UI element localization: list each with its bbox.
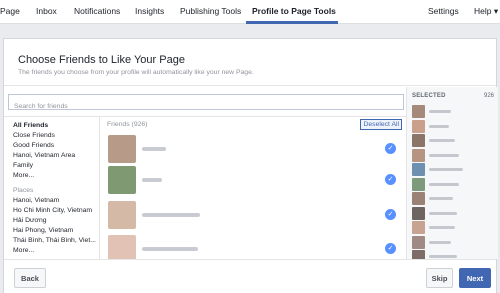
filter-place-hcmc[interactable]: Ho Chi Minh City, Vietnam <box>13 207 92 214</box>
tab-notifications[interactable]: Notifications <box>74 6 120 16</box>
friend-row[interactable]: ✓ <box>100 166 406 196</box>
avatar <box>108 166 136 194</box>
filter-good-friends[interactable]: Good Friends <box>13 142 54 149</box>
top-nav: Page Inbox Notifications Insights Publis… <box>0 0 500 24</box>
selected-friend-name-blurred <box>429 240 451 244</box>
filter-place-thai-binh[interactable]: Thái Bình, Thái Bình, Viet... <box>13 237 96 244</box>
avatar <box>412 235 425 249</box>
filter-hanoi-area[interactable]: Hanoi, Vietnam Area <box>13 152 75 159</box>
selected-friend-item[interactable] <box>412 250 498 259</box>
friend-name-blurred <box>142 247 198 251</box>
avatar <box>412 148 425 162</box>
selected-friend-item[interactable] <box>412 119 498 134</box>
next-button[interactable]: Next <box>459 268 491 288</box>
filter-more-lists[interactable]: More... <box>13 172 34 179</box>
friend-name-blurred <box>142 213 200 217</box>
friends-count-header: Friends (926) <box>107 121 148 128</box>
selected-friend-item[interactable] <box>412 148 498 163</box>
avatar <box>108 235 136 259</box>
places-heading: Places <box>13 187 34 194</box>
selected-friend-item[interactable] <box>412 235 498 250</box>
dialog-title: Choose Friends to Like Your Page <box>18 54 185 66</box>
selected-friend-item[interactable] <box>412 177 498 192</box>
selected-friend-name-blurred <box>429 168 463 171</box>
choose-friends-dialog: Choose Friends to Like Your Page The fri… <box>3 38 498 293</box>
tab-inbox[interactable]: Inbox <box>36 6 57 16</box>
avatar <box>412 221 425 234</box>
check-icon[interactable]: ✓ <box>385 209 396 220</box>
tab-publishing-tools[interactable]: Publishing Tools <box>180 6 241 16</box>
selected-friend-name-blurred <box>429 211 457 215</box>
filter-more-places[interactable]: More... <box>13 247 34 254</box>
skip-button[interactable]: Skip <box>426 268 453 288</box>
selected-friend-name-blurred <box>429 182 459 186</box>
selected-friend-item[interactable] <box>412 105 498 119</box>
selected-friend-name-blurred <box>429 124 449 128</box>
settings-link[interactable]: Settings <box>428 6 459 16</box>
check-icon[interactable]: ✓ <box>385 243 396 254</box>
search-box <box>8 94 404 114</box>
avatar <box>412 119 425 133</box>
selected-friend-item[interactable] <box>412 192 498 206</box>
avatar <box>412 163 425 176</box>
avatar <box>412 206 425 220</box>
avatar <box>412 134 425 147</box>
filter-close-friends[interactable]: Close Friends <box>13 132 55 139</box>
friend-name-blurred <box>142 147 166 151</box>
avatar <box>412 250 425 259</box>
selected-friend-name-blurred <box>429 197 453 200</box>
check-icon[interactable]: ✓ <box>385 174 396 185</box>
divider <box>4 85 496 86</box>
check-icon[interactable]: ✓ <box>385 143 396 154</box>
avatar <box>108 135 136 163</box>
back-button[interactable]: Back <box>14 268 46 288</box>
friend-filters: All Friends Close Friends Good Friends H… <box>4 116 100 259</box>
filter-place-hai-duong[interactable]: Hải Dương <box>13 217 47 224</box>
selected-friend-item[interactable] <box>412 221 498 235</box>
search-input[interactable] <box>9 99 403 114</box>
selected-friend-item[interactable] <box>412 206 498 221</box>
dialog-footer: Back Skip Next <box>4 259 496 293</box>
friend-row[interactable]: ✓ <box>100 235 406 259</box>
active-tab-indicator <box>246 21 338 24</box>
selected-count: 926 <box>483 93 494 99</box>
selected-friend-item[interactable] <box>412 163 498 177</box>
tab-page[interactable]: Page <box>0 6 20 16</box>
friend-row[interactable]: ✓ <box>100 135 406 165</box>
dialog-subtitle: The friends you choose from your profile… <box>18 69 254 76</box>
selected-friend-name-blurred <box>429 255 457 258</box>
tab-insights[interactable]: Insights <box>135 6 164 16</box>
selected-friend-name-blurred <box>429 226 455 229</box>
friends-list: Friends (926) Deselect All ✓ ✓ ✓ ✓ <box>100 116 406 259</box>
selected-friends-panel: SELECTED 926 <box>406 87 498 259</box>
selected-friend-name-blurred <box>429 139 455 142</box>
deselect-all-button[interactable]: Deselect All <box>360 119 402 130</box>
filter-family[interactable]: Family <box>13 162 33 169</box>
friend-name-blurred <box>142 178 162 182</box>
tab-profile-to-page-tools[interactable]: Profile to Page Tools <box>252 6 336 16</box>
avatar <box>412 192 425 205</box>
avatar <box>108 201 136 229</box>
filter-place-hanoi[interactable]: Hanoi, Vietnam <box>13 197 59 204</box>
avatar <box>412 105 425 118</box>
selected-label: SELECTED <box>412 93 446 99</box>
help-menu[interactable]: Help ▾ <box>474 6 498 17</box>
friend-row[interactable]: ✓ <box>100 201 406 231</box>
selected-friend-name-blurred <box>429 110 451 113</box>
selected-friend-item[interactable] <box>412 134 498 148</box>
filter-place-hai-phong[interactable]: Hai Phong, Vietnam <box>13 227 73 234</box>
selected-friend-name-blurred <box>429 153 459 157</box>
avatar <box>412 177 425 191</box>
filter-all-friends[interactable]: All Friends <box>13 122 48 129</box>
